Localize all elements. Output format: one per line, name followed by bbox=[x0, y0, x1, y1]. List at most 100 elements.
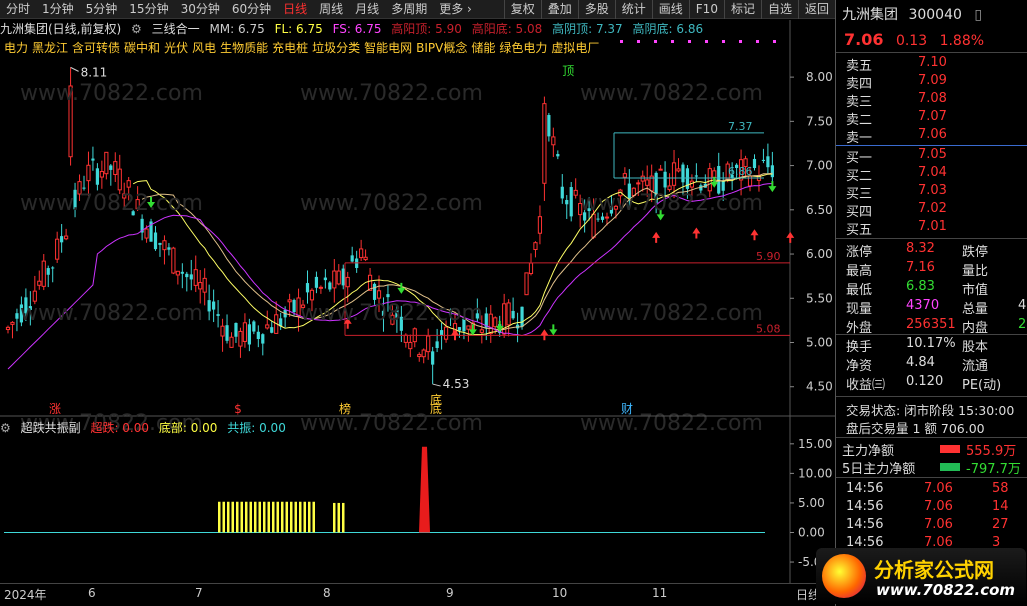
ask-row[interactable]: 卖五 7.10 bbox=[846, 55, 1026, 74]
period-tab-9[interactable]: 多周期 bbox=[385, 0, 433, 19]
candle[interactable] bbox=[46, 265, 50, 288]
period-tab-2[interactable]: 5分钟 bbox=[80, 0, 124, 19]
event-marker[interactable]: $ bbox=[234, 402, 242, 416]
candle[interactable] bbox=[234, 322, 238, 343]
candle[interactable] bbox=[770, 151, 774, 182]
candle[interactable] bbox=[99, 160, 104, 189]
candle[interactable] bbox=[528, 253, 534, 276]
candle[interactable] bbox=[556, 150, 560, 160]
candle[interactable] bbox=[86, 151, 91, 197]
settings-icon[interactable]: ⚙ bbox=[0, 421, 11, 435]
candle[interactable] bbox=[149, 218, 153, 242]
candle[interactable] bbox=[305, 270, 310, 304]
candle[interactable] bbox=[355, 250, 359, 273]
candle[interactable] bbox=[189, 259, 193, 291]
candle[interactable] bbox=[640, 170, 645, 192]
bid-row[interactable]: 买三 7.03 bbox=[846, 183, 1026, 202]
candle[interactable] bbox=[551, 127, 556, 158]
candle[interactable] bbox=[109, 164, 113, 186]
candle[interactable] bbox=[41, 254, 46, 291]
candle[interactable] bbox=[167, 243, 171, 256]
candle[interactable] bbox=[318, 285, 323, 294]
candle[interactable] bbox=[658, 164, 663, 171]
bid-row[interactable]: 买四 7.02 bbox=[846, 201, 1026, 220]
bid-row[interactable]: 买一 7.05 bbox=[846, 147, 1026, 166]
candle[interactable] bbox=[185, 271, 189, 292]
candle[interactable] bbox=[261, 333, 265, 356]
candle[interactable] bbox=[37, 270, 42, 290]
candle[interactable] bbox=[104, 151, 109, 180]
toolbar-action-3[interactable]: 统计 bbox=[614, 0, 652, 19]
dropdown-icon[interactable]: ▯ bbox=[974, 7, 982, 23]
candle[interactable] bbox=[270, 320, 274, 334]
candle[interactable] bbox=[367, 267, 373, 291]
toolbar-action-7[interactable]: 自选 bbox=[760, 0, 798, 19]
candle[interactable] bbox=[113, 152, 118, 182]
candle[interactable] bbox=[573, 178, 578, 199]
candle[interactable] bbox=[162, 235, 167, 265]
candle[interactable] bbox=[533, 241, 538, 258]
period-tab-4[interactable]: 30分钟 bbox=[175, 0, 226, 19]
kline-chart[interactable]: www.70822.com 8.00 7.50 7.00 6.50 6.00 5.50 5.0… bbox=[0, 20, 835, 583]
candle[interactable] bbox=[502, 293, 507, 338]
ask-row[interactable]: 卖四 7.09 bbox=[846, 73, 1026, 92]
event-marker[interactable]: 财 bbox=[621, 402, 633, 416]
period-tab-8[interactable]: 月线 bbox=[349, 0, 385, 19]
candle[interactable] bbox=[332, 259, 337, 303]
candle[interactable] bbox=[341, 264, 345, 290]
candle[interactable] bbox=[336, 264, 341, 286]
period-tab-10[interactable]: 更多 › bbox=[433, 0, 478, 19]
candle[interactable] bbox=[359, 239, 364, 262]
candle[interactable] bbox=[439, 322, 444, 350]
candle[interactable] bbox=[153, 226, 158, 251]
candle[interactable] bbox=[511, 297, 515, 320]
candle[interactable] bbox=[242, 313, 248, 348]
candle[interactable] bbox=[55, 231, 60, 263]
toolbar-action-8[interactable]: 返回 bbox=[797, 0, 835, 19]
candle[interactable] bbox=[323, 269, 327, 289]
candle[interactable] bbox=[328, 281, 332, 292]
candle[interactable] bbox=[140, 214, 144, 241]
candle[interactable] bbox=[506, 299, 511, 337]
candle[interactable] bbox=[547, 112, 551, 142]
candle[interactable] bbox=[694, 163, 698, 183]
candle[interactable] bbox=[220, 318, 225, 352]
candle[interactable] bbox=[175, 270, 180, 285]
candle[interactable] bbox=[457, 327, 462, 338]
period-tab-7[interactable]: 周线 bbox=[313, 0, 349, 19]
candle[interactable] bbox=[171, 246, 176, 275]
ask-row[interactable]: 卖一 7.06 bbox=[846, 127, 1026, 146]
candle[interactable] bbox=[752, 154, 757, 171]
toolbar-action-2[interactable]: 多股 bbox=[577, 0, 615, 19]
candle[interactable] bbox=[488, 305, 493, 343]
period-tab-3[interactable]: 15分钟 bbox=[123, 0, 174, 19]
candle[interactable] bbox=[225, 314, 229, 344]
candle[interactable] bbox=[412, 327, 417, 348]
candle[interactable] bbox=[569, 182, 573, 222]
candle[interactable] bbox=[417, 352, 422, 362]
period-tab-6[interactable]: 日线 bbox=[277, 0, 313, 19]
candle[interactable] bbox=[82, 175, 86, 191]
candle[interactable] bbox=[32, 275, 37, 305]
candle[interactable] bbox=[51, 266, 55, 283]
candle[interactable] bbox=[761, 148, 766, 164]
candle[interactable] bbox=[252, 320, 256, 335]
candle[interactable] bbox=[193, 255, 198, 293]
candle[interactable] bbox=[198, 270, 203, 304]
period-tab-0[interactable]: 分时 bbox=[0, 0, 36, 19]
candle[interactable] bbox=[622, 167, 627, 186]
toolbar-action-1[interactable]: 叠加 bbox=[540, 0, 578, 19]
candle[interactable] bbox=[60, 224, 64, 253]
candle[interactable] bbox=[274, 301, 279, 334]
period-tab-1[interactable]: 1分钟 bbox=[36, 0, 80, 19]
candle[interactable] bbox=[212, 289, 216, 323]
candle[interactable] bbox=[756, 165, 762, 192]
candle[interactable] bbox=[64, 228, 69, 241]
candle[interactable] bbox=[216, 300, 220, 328]
candle[interactable] bbox=[421, 348, 426, 364]
toolbar-action-0[interactable]: 复权 bbox=[503, 0, 541, 19]
candle[interactable] bbox=[287, 293, 292, 317]
candle[interactable] bbox=[180, 263, 184, 289]
candle[interactable] bbox=[91, 146, 95, 171]
candle[interactable] bbox=[667, 173, 672, 192]
